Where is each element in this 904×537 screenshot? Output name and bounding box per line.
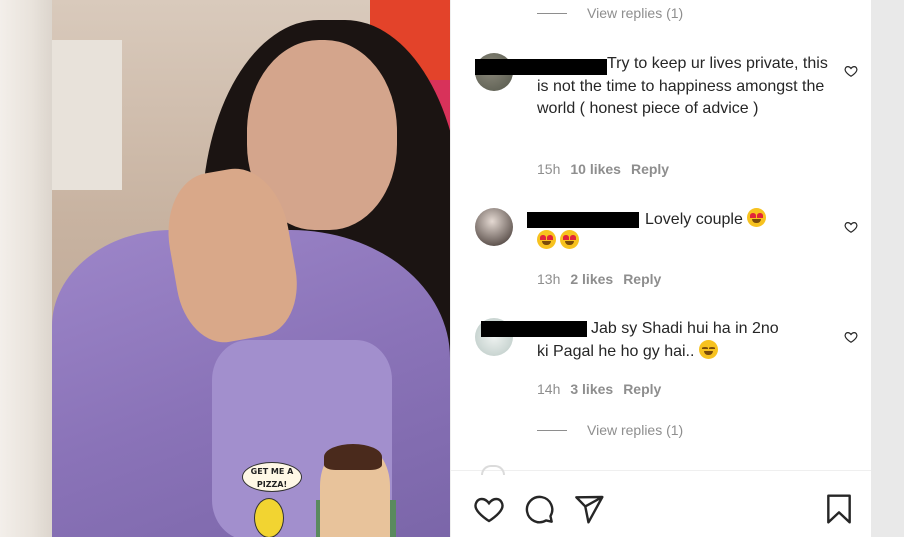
- comments-panel: View replies (1) Try to keep ur lives pr…: [450, 0, 872, 537]
- heart-icon[interactable]: [844, 64, 858, 78]
- comment-meta: 13h 2 likes Reply: [537, 271, 661, 287]
- redacted-username: [481, 321, 587, 337]
- laughing-emoji: [698, 340, 718, 359]
- replies-divider: [537, 12, 567, 14]
- comment-time[interactable]: 14h: [537, 381, 560, 397]
- comment-time[interactable]: 15h: [537, 161, 560, 177]
- action-bar: [451, 465, 872, 537]
- comment-likes[interactable]: 10 likes: [570, 161, 621, 177]
- loading-spinner: [481, 465, 505, 475]
- star-struck-emoji: [537, 230, 556, 249]
- comic-hair: [324, 444, 382, 470]
- star-struck-emoji: [747, 208, 767, 227]
- view-replies-bottom[interactable]: View replies (1): [537, 422, 683, 438]
- comic-sticker: GET ME A PIZZA!: [232, 440, 422, 537]
- comment-item: Try to keep ur lives private, this is no…: [475, 53, 858, 183]
- heart-icon[interactable]: [844, 330, 858, 344]
- reply-button[interactable]: Reply: [623, 381, 661, 397]
- comment-text-content: Lovely couple: [645, 211, 743, 228]
- comment-text-line: ki Pagal he ho gy hai..: [537, 340, 797, 364]
- comment-likes[interactable]: 3 likes: [570, 381, 613, 397]
- instagram-post-viewer: GET ME A PIZZA! View replies (1) Try to …: [0, 0, 904, 537]
- view-replies-label[interactable]: View replies (1): [587, 422, 683, 438]
- comic-speech-bubble: GET ME A PIZZA!: [242, 462, 302, 492]
- comment-text-content: ki Pagal he ho gy hai..: [537, 343, 695, 360]
- comment-time[interactable]: 13h: [537, 271, 560, 287]
- comment-text: Lovely couple: [645, 208, 785, 232]
- reply-button[interactable]: Reply: [631, 161, 669, 177]
- heart-icon[interactable]: [844, 220, 858, 234]
- comment-item: Jab sy Shadi hui ha in 2no ki Pagal he h…: [475, 318, 858, 403]
- share-icon[interactable]: [573, 493, 605, 525]
- dimmed-backdrop[interactable]: [0, 0, 52, 537]
- comment-meta: 15h 10 likes Reply: [537, 161, 669, 177]
- view-replies-top[interactable]: View replies (1): [537, 5, 683, 21]
- comment-meta: 14h 3 likes Reply: [537, 381, 661, 397]
- media-cabinet: [52, 40, 122, 190]
- avatar[interactable]: [475, 208, 513, 246]
- view-replies-label[interactable]: View replies (1): [587, 5, 683, 21]
- comment-likes[interactable]: 2 likes: [570, 271, 613, 287]
- post-media[interactable]: GET ME A PIZZA!: [52, 0, 450, 537]
- bookmark-icon[interactable]: [823, 493, 855, 525]
- star-struck-emoji: [560, 230, 580, 249]
- comment-text-line: Jab sy Shadi hui ha in 2no: [591, 320, 779, 337]
- redacted-username: [527, 212, 639, 228]
- comment-item: Lovely couple 13h 2 likes Reply: [475, 208, 858, 293]
- comment-emoji-line: [537, 230, 657, 254]
- replies-divider: [537, 429, 567, 431]
- comment-text: Try to keep ur lives private, this is no…: [537, 55, 828, 117]
- comic-yellow-figure: [254, 498, 284, 537]
- dimmed-backdrop-right[interactable]: [871, 0, 904, 537]
- comment-icon[interactable]: [523, 493, 555, 525]
- reply-button[interactable]: Reply: [623, 271, 661, 287]
- heart-icon[interactable]: [473, 493, 505, 525]
